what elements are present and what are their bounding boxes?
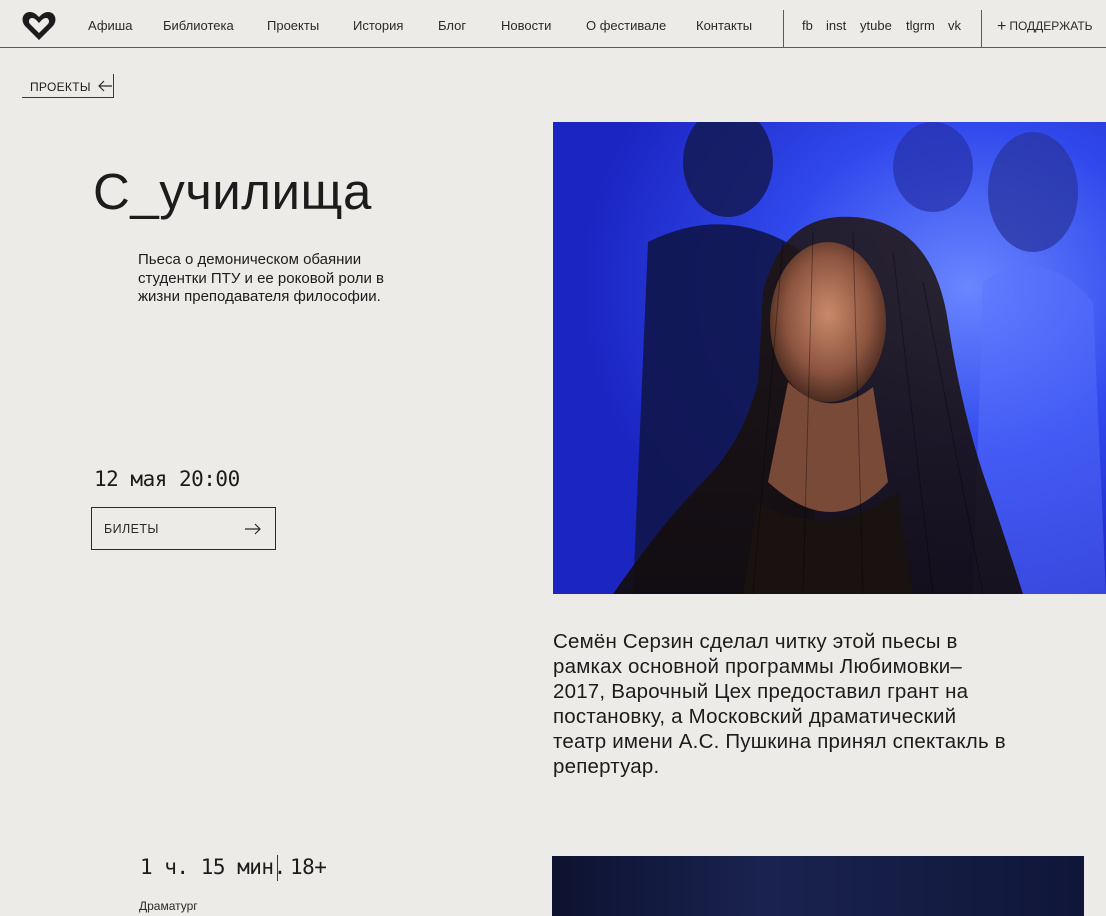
site-header: Афиша Библиотека Проекты История Блог Но… [0,0,1106,48]
age-rating: 18+ [290,855,327,879]
nav-item-contacts[interactable]: Контакты [696,18,752,33]
project-lead: Пьеса о демоническом обаянии студентки П… [138,251,385,305]
project-photo [553,122,1106,594]
project-description: Семён Серзин сделал читку этой пьесы в р… [553,630,1006,778]
support-label: ПОДДЕРЖАТЬ [1009,19,1093,33]
heart-logo-icon[interactable] [21,10,57,42]
back-link-divider [113,74,114,98]
nav-item-projects[interactable]: Проекты [267,18,319,33]
back-to-projects-link[interactable]: ПРОЕКТЫ [22,74,114,98]
social-link-inst[interactable]: inst [826,18,846,33]
tickets-label: БИЛЕТЫ [104,522,159,536]
nav-item-library[interactable]: Библиотека [163,18,234,33]
social-link-tlgrm[interactable]: tlgrm [906,18,935,33]
support-button[interactable]: + ПОДДЕРЖАТЬ [997,17,1093,35]
social-link-ytube[interactable]: ytube [860,18,892,33]
tickets-button[interactable]: БИЛЕТЫ [91,507,276,550]
nav-item-blog[interactable]: Блог [438,18,466,33]
nav-item-about[interactable]: О фестивале [586,18,666,33]
plus-icon: + [997,18,1007,35]
photo-illustration [553,122,1106,594]
meta-divider [277,855,278,881]
nav-item-history[interactable]: История [353,18,403,33]
header-divider [783,10,784,48]
social-link-fb[interactable]: fb [802,18,813,33]
duration: 1 ч. 15 мин. [140,855,286,879]
social-link-vk[interactable]: vk [948,18,961,33]
arrow-left-icon [98,80,112,92]
header-divider [981,10,982,48]
back-label: ПРОЕКТЫ [30,80,91,94]
nav-item-afisha[interactable]: Афиша [88,18,132,33]
nav-item-news[interactable]: Новости [501,18,551,33]
credit-role-label: Драматург [139,899,198,913]
event-date: 12 мая 20:00 [94,467,240,491]
page-title: С_училища [93,163,372,220]
secondary-photo [552,856,1084,916]
arrow-right-icon [245,523,261,535]
